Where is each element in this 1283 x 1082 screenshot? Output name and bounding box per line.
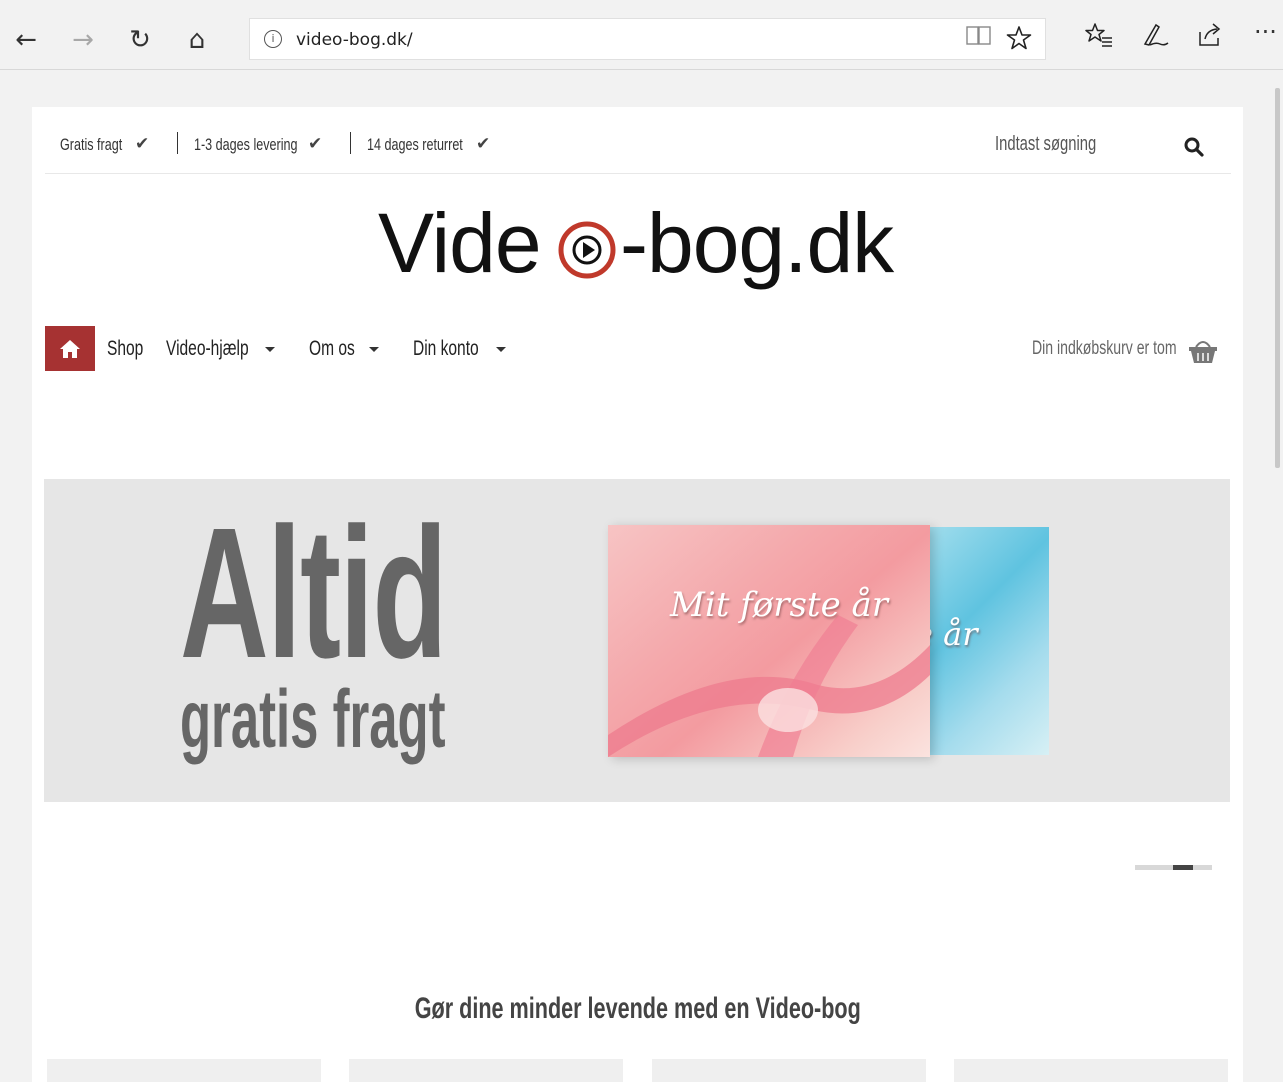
site-logo[interactable]: Vide -bog.dk xyxy=(378,195,898,295)
menu-item-account[interactable]: Din konto xyxy=(413,337,502,361)
play-icon xyxy=(558,221,616,279)
home-icon xyxy=(60,339,80,358)
page-container: Gratis fragt ✔ 1-3 dages levering ✔ 14 d… xyxy=(32,107,1243,1082)
menu-item-video-help[interactable]: Video-hjælp xyxy=(166,337,278,361)
favorite-star-icon[interactable] xyxy=(1006,25,1032,57)
product-tile[interactable] xyxy=(652,1059,926,1082)
logo-text-prefix: Vide xyxy=(378,196,542,290)
forward-button[interactable]: → xyxy=(63,20,103,60)
scrollbar-thumb[interactable] xyxy=(1275,88,1280,468)
search-icon[interactable] xyxy=(1184,137,1204,157)
search-input[interactable]: Indtast søgning xyxy=(995,133,1132,156)
video-book-blue: e år xyxy=(914,527,1049,755)
chevron-down-icon[interactable] xyxy=(369,347,379,352)
info-icon[interactable]: i xyxy=(264,30,282,48)
slider-pagination[interactable] xyxy=(1135,865,1212,870)
hero-banner[interactable]: Altid gratis fragt e år Mit første år xyxy=(44,479,1230,802)
web-note-icon[interactable] xyxy=(1142,22,1170,54)
more-icon[interactable]: ··· xyxy=(1254,18,1277,46)
browser-toolbar: ← → ↻ ⌂ i video-bog.dk/ ··· xyxy=(0,0,1283,70)
product-tile[interactable] xyxy=(954,1059,1228,1082)
usp-bar: Gratis fragt ✔ 1-3 dages levering ✔ 14 d… xyxy=(45,107,1231,174)
usp-divider xyxy=(177,132,178,154)
product-tile[interactable] xyxy=(47,1059,321,1082)
back-button[interactable]: ← xyxy=(6,20,46,60)
book-title: Mit første år xyxy=(670,585,889,625)
section-heading: Gør dine minder levende med en Video-bog xyxy=(414,992,861,1025)
basket-icon[interactable] xyxy=(1188,336,1218,364)
menu-item-shop[interactable]: Shop xyxy=(107,337,156,361)
logo-text-suffix: -bog.dk xyxy=(620,196,894,290)
address-text[interactable]: video-bog.dk/ xyxy=(296,30,413,50)
banner-headline: Altid xyxy=(180,490,447,697)
banner-subline: gratis fragt xyxy=(180,674,446,765)
checkmark-icon: ✔ xyxy=(308,134,323,154)
ribbon-decoration xyxy=(608,615,930,757)
refresh-button[interactable]: ↻ xyxy=(120,20,160,60)
home-button[interactable]: ⌂ xyxy=(177,20,217,60)
chevron-down-icon[interactable] xyxy=(265,347,275,352)
home-menu-button[interactable] xyxy=(45,326,95,371)
video-book-pink: Mit første år xyxy=(608,525,930,757)
menu-item-about[interactable]: Om os xyxy=(309,337,371,361)
checkmark-icon: ✔ xyxy=(476,134,491,154)
page-scrollbar[interactable] xyxy=(1270,70,1283,1082)
share-icon[interactable] xyxy=(1196,22,1224,54)
reading-view-icon[interactable] xyxy=(966,25,992,53)
address-bar[interactable]: i video-bog.dk/ xyxy=(249,18,1046,60)
slider-dot-active[interactable] xyxy=(1173,865,1193,870)
usp-item-free-shipping: Gratis fragt xyxy=(60,135,123,154)
usp-divider xyxy=(350,132,351,154)
checkmark-icon: ✔ xyxy=(135,134,150,154)
product-tile[interactable] xyxy=(349,1059,623,1082)
favorites-hub-icon[interactable] xyxy=(1085,22,1113,54)
chevron-down-icon[interactable] xyxy=(496,347,506,352)
